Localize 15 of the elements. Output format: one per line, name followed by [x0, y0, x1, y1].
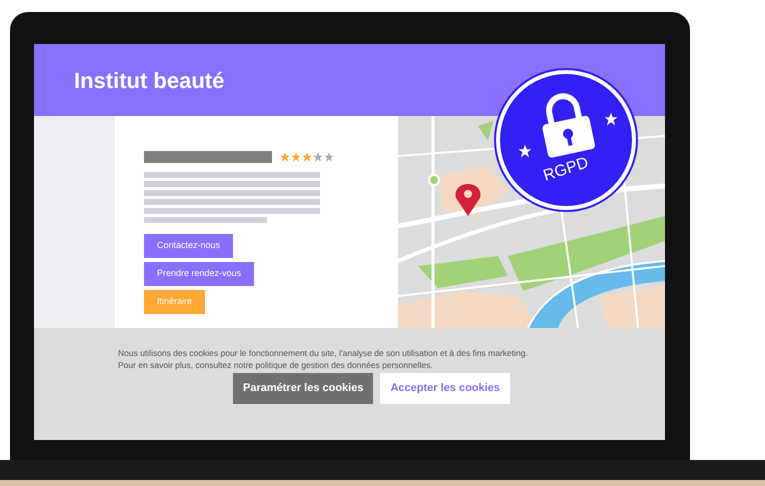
star-icon	[313, 152, 323, 162]
cookie-button[interactable]: Paramétrer les cookies	[233, 373, 374, 404]
star-icon	[324, 152, 334, 162]
star-icon	[518, 144, 532, 158]
badge-label: RGPD	[540, 153, 592, 187]
star-icon	[604, 112, 618, 126]
action-button[interactable]: Prendre rendez-vous	[144, 262, 254, 286]
star-icon	[280, 152, 290, 162]
cookie-button[interactable]: Accepter les cookies	[380, 373, 510, 404]
star-icon	[291, 152, 301, 162]
action-button[interactable]: Itinéraire	[144, 290, 206, 314]
cookie-notice: Nous utilisons des cookies pour le fonctionnement du site, l'analyse de son utilisation et à des fins marketing. Pour en savoir plus, consultez notre politique de gestion des données personnelles.	[118, 347, 529, 371]
site-title: Institut beauté	[74, 66, 224, 94]
star-icon	[302, 152, 312, 162]
action-button[interactable]: Contactez-nous	[144, 234, 234, 258]
